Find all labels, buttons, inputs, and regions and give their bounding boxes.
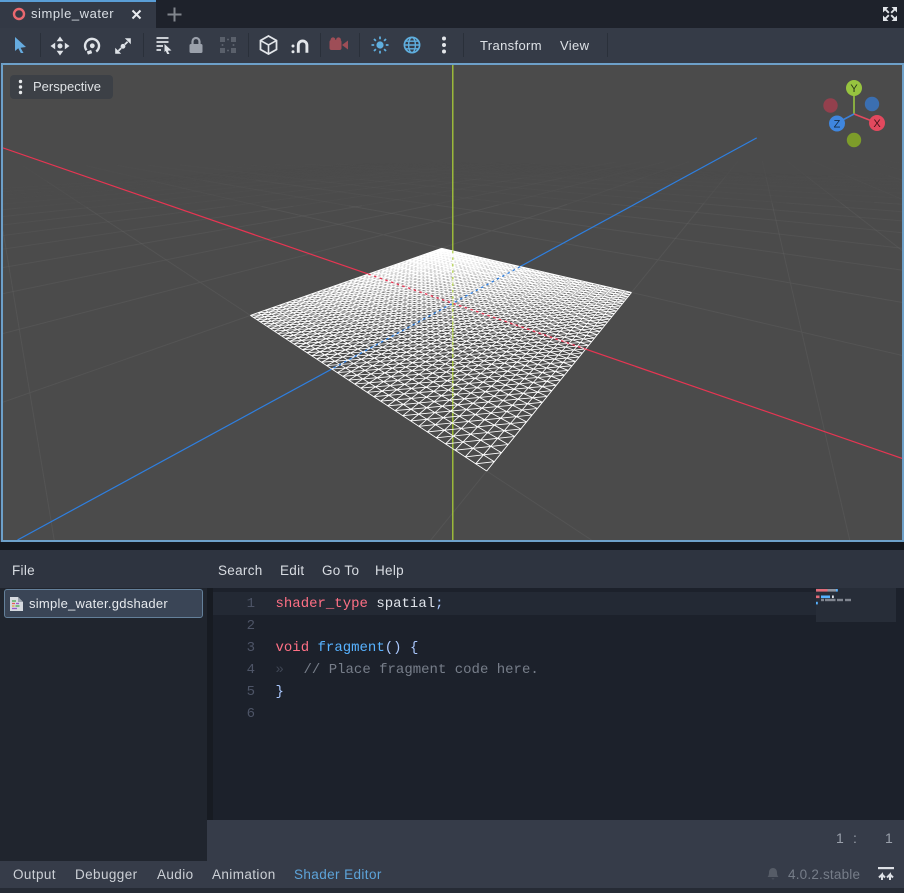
svg-text:X: X [873, 118, 881, 130]
svg-text:Z: Z [834, 119, 841, 131]
svg-text:Y: Y [850, 83, 858, 95]
